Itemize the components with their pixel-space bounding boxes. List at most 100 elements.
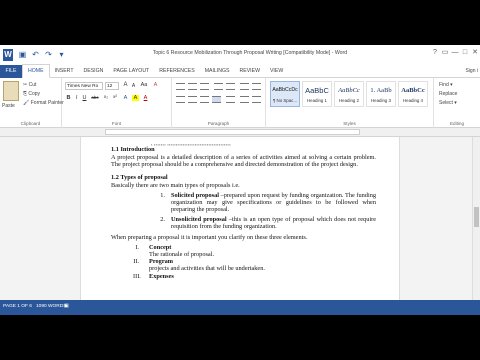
tab-page-layout[interactable]: PAGE LAYOUT (108, 65, 154, 78)
format-painter-button[interactable]: 🖌 Format Painter (23, 100, 64, 106)
style-no-spacing[interactable]: AaBbCcDc ¶ No Spac... (270, 81, 300, 107)
sign-in-link[interactable]: Sign i (465, 68, 478, 74)
style-heading-3[interactable]: 1. AaBb Heading 3 (366, 81, 396, 107)
editing-label: Editing (449, 121, 465, 126)
list-item: I. Concept (133, 244, 376, 251)
underline-button[interactable]: U (81, 95, 88, 101)
quick-access-toolbar: ▣ ↶ ↷ ▾ (18, 49, 70, 61)
document-title: Topic 6 Resource Mobilization Through Pr… (152, 50, 348, 56)
minimize-icon[interactable]: — (450, 48, 460, 58)
style-name: Heading 2 (338, 98, 360, 103)
scrollbar-thumb[interactable] (474, 207, 479, 227)
shrink-font-button[interactable]: A (130, 83, 137, 89)
line-spacing-icon[interactable] (226, 96, 235, 103)
font-color-button[interactable]: A (142, 95, 149, 101)
tab-references[interactable]: REFERENCES (154, 65, 199, 78)
style-name: ¶ No Spac... (272, 98, 298, 103)
word-count[interactable]: 1090 WORDS (36, 304, 66, 309)
style-sample: AaBbCc (338, 87, 360, 94)
document-page[interactable]: ▪ ▪▪▪▪▪▪▪ ▪▪▪▪▪▪▪▪▪▪▪▪▪▪▪▪▪▪▪▪▪▪▪▪▪▪▪▪▪▪… (80, 137, 400, 300)
list-item: II. Program (133, 258, 376, 265)
list-number: I. (135, 243, 139, 251)
ribbon: Paste ✂ Cut ⎘ Copy 🖌 Format Painter Clip… (0, 78, 480, 128)
multilevel-list-icon[interactable] (200, 83, 209, 90)
superscript-button[interactable]: x² (111, 95, 119, 100)
style-heading-4[interactable]: AaBbCc Heading 4 (398, 81, 428, 107)
clipboard-group: Paste ✂ Cut ⎘ Copy 🖌 Format Painter Clip… (0, 78, 64, 128)
tab-insert[interactable]: INSERT (50, 65, 79, 78)
status-bar: PAGE 1 OF 6 1090 WORDS ▣ (0, 300, 480, 315)
find-button[interactable]: Find ▾ (439, 82, 453, 88)
borders-icon[interactable] (252, 96, 261, 103)
ribbon-display-icon[interactable]: ▭ (440, 48, 450, 58)
tab-file[interactable]: FILE (0, 64, 22, 78)
list-number: 2. (160, 215, 165, 223)
style-sample: AaBbC (305, 86, 329, 95)
sort-icon[interactable] (240, 83, 249, 90)
decrease-indent-icon[interactable] (214, 83, 223, 90)
list-item-title: Expenses (149, 272, 174, 280)
document-area: ▪ ▪▪▪▪▪▪▪ ▪▪▪▪▪▪▪▪▪▪▪▪▪▪▪▪▪▪▪▪▪▪▪▪▪▪▪▪▪▪… (0, 137, 480, 300)
list-item-title: Program (149, 258, 174, 266)
styles-label: Styles (343, 121, 356, 126)
paragraph-introduction: A project proposal is a detailed descrip… (111, 154, 376, 169)
style-sample: AaBbCcDc (272, 87, 298, 93)
ruler-bar[interactable] (105, 129, 360, 135)
font-family-select[interactable]: Times New Ro (65, 82, 103, 90)
font-group: Times New Ro 12 A A Aa A B I U abc x₂ x²… (62, 78, 172, 128)
document-body[interactable]: ▪ ▪▪▪▪▪▪▪ ▪▪▪▪▪▪▪▪▪▪▪▪▪▪▪▪▪▪▪▪▪▪▪▪▪▪▪▪▪▪… (111, 141, 376, 280)
ruler (0, 128, 480, 137)
text-effects-button[interactable]: A (122, 95, 129, 101)
style-sample: AaBbCc (401, 87, 425, 94)
tab-home[interactable]: HOME (22, 64, 50, 78)
vertical-scrollbar[interactable] (472, 137, 480, 300)
style-name: Heading 4 (402, 98, 424, 103)
style-heading-1[interactable]: AaBbC Heading 1 (302, 81, 332, 107)
help-icon[interactable]: ? (430, 48, 440, 58)
list-item: 1. Solicited proposal –prepared upon req… (151, 192, 376, 214)
list-item: III. Expenses (133, 273, 376, 280)
list-item-text: The rationale of proposal. (149, 250, 215, 258)
paragraph-elements: When preparing a proposal it is importan… (111, 234, 308, 242)
increase-indent-icon[interactable] (226, 83, 235, 90)
customize-qat-icon[interactable]: ▾ (57, 50, 66, 60)
strikethrough-button[interactable]: abc (90, 95, 100, 100)
align-right-icon[interactable] (200, 96, 209, 103)
tab-view[interactable]: VIEW (265, 65, 288, 78)
tab-review[interactable]: REVIEW (235, 65, 265, 78)
subscript-button[interactable]: x₂ (102, 95, 110, 100)
undo-icon[interactable]: ↶ (31, 50, 40, 60)
replace-button[interactable]: Replace (439, 91, 457, 97)
bullets-icon[interactable] (176, 83, 185, 90)
close-icon[interactable]: ✕ (470, 48, 480, 58)
highlight-button[interactable]: A (132, 95, 139, 101)
copy-button[interactable]: ⎘ Copy (23, 91, 40, 97)
redo-icon[interactable]: ↷ (44, 50, 53, 60)
change-case-button[interactable]: Aa (139, 82, 149, 88)
editing-group: Find ▾ Replace Select ▾ Editing (434, 78, 480, 128)
word-app-icon[interactable]: W (3, 49, 13, 61)
tab-design[interactable]: DESIGN (79, 65, 109, 78)
proofing-icon[interactable]: ▣ (64, 304, 69, 309)
show-marks-icon[interactable] (252, 83, 261, 90)
align-center-icon[interactable] (188, 96, 197, 103)
cut-button[interactable]: ✂ Cut (23, 82, 36, 88)
numbering-icon[interactable] (188, 83, 197, 90)
style-heading-2[interactable]: AaBbCc Heading 2 (334, 81, 364, 107)
justify-icon[interactable] (212, 96, 221, 103)
tab-mailings[interactable]: MAILINGS (200, 65, 235, 78)
shading-icon[interactable] (240, 96, 249, 103)
font-size-select[interactable]: 12 (105, 82, 119, 90)
select-button[interactable]: Select ▾ (439, 100, 457, 106)
maximize-icon[interactable]: □ (460, 48, 470, 58)
save-icon[interactable]: ▣ (18, 50, 27, 60)
list-item-text: projects and activities that will be und… (149, 265, 265, 273)
italic-button[interactable]: I (73, 95, 80, 101)
clear-formatting-button[interactable]: A (152, 82, 159, 88)
paste-button[interactable]: Paste (2, 103, 15, 109)
align-left-icon[interactable] (176, 96, 185, 103)
bold-button[interactable]: B (65, 95, 72, 101)
grow-font-button[interactable]: A (122, 82, 129, 88)
paste-icon[interactable] (3, 81, 19, 101)
page-count[interactable]: PAGE 1 OF 6 (3, 304, 32, 309)
